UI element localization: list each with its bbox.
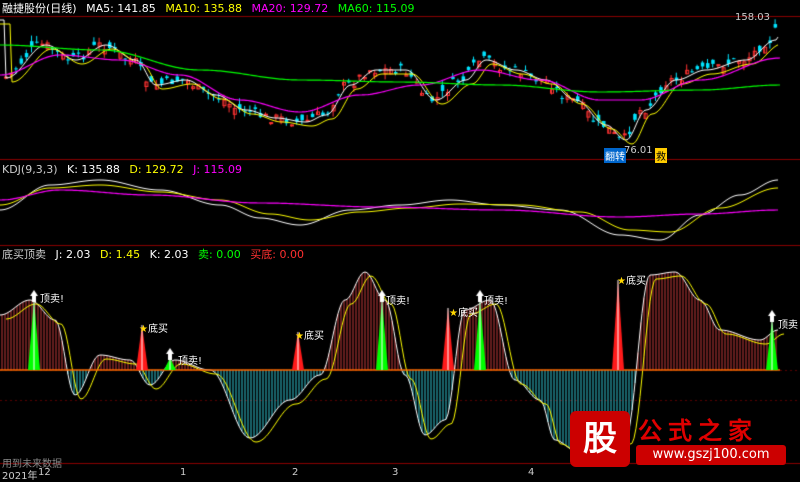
signal-d: D: 1.45: [99, 248, 141, 261]
sell-signal-3: 顶卖!: [386, 296, 411, 307]
buy-signal-2: ★底买: [295, 331, 324, 342]
signal-k: K: 2.03: [149, 248, 189, 261]
sell-signal-5: 顶卖: [778, 320, 798, 331]
tag-jiu: 救: [655, 148, 667, 163]
kdj-panel-header: KDJ(9,3,3) K: 135.88 D: 129.72 J: 115.09: [2, 163, 248, 176]
x-axis-year: 2021年: [2, 471, 38, 482]
site-watermark: 股 公式之家 www.gszj100.com: [570, 411, 792, 471]
x-tick-12: 12: [38, 467, 51, 478]
x-tick-2: 2: [292, 467, 299, 478]
signal-name: 底买顶卖: [2, 248, 46, 261]
watermark-title: 公式之家: [638, 416, 758, 445]
signal-j: J: 2.03: [55, 248, 91, 261]
buy-signal-1: ★底买: [139, 324, 168, 335]
low-price-label: 76.01: [624, 145, 653, 156]
signal-sell: 卖: 0.00: [198, 248, 241, 261]
kdj-name: KDJ(9,3,3): [2, 163, 58, 176]
stock-title: 融捷股份(日线): [2, 2, 77, 15]
buy-signal-3: ★底买: [449, 308, 478, 319]
stock-chart-canvas[interactable]: [0, 0, 800, 479]
x-tick-1: 1: [180, 467, 187, 478]
sell-signal-4: 顶卖!: [484, 296, 509, 307]
ma5-label: MA5: 141.85: [86, 2, 156, 15]
ma60-label: MA60: 115.09: [337, 2, 415, 15]
watermark-logo-icon: 股: [570, 411, 630, 467]
tag-fan: 翻转: [604, 148, 626, 163]
sell-signal-1: 顶卖!: [40, 294, 65, 305]
kdj-j: J: 115.09: [193, 163, 243, 176]
buy-signal-4: ★底买: [617, 276, 646, 287]
ma10-label: MA10: 135.88: [165, 2, 243, 15]
sell-signal-2: 顶卖!: [178, 356, 203, 367]
main-panel-header: 融捷股份(日线) MA5: 141.85 MA10: 135.88 MA20: …: [2, 2, 420, 15]
kdj-k: K: 135.88: [67, 163, 120, 176]
high-price-label: 158.03: [735, 12, 770, 23]
x-tick-3: 3: [392, 467, 399, 478]
signal-panel-header: 底买顶卖 J: 2.03 D: 1.45 K: 2.03 卖: 0.00 买底:…: [2, 248, 310, 261]
watermark-url: www.gszj100.com: [636, 445, 786, 465]
kdj-d: D: 129.72: [129, 163, 184, 176]
signal-buy: 买底: 0.00: [250, 248, 304, 261]
ma20-label: MA20: 129.72: [251, 2, 329, 15]
x-tick-4: 4: [528, 467, 535, 478]
